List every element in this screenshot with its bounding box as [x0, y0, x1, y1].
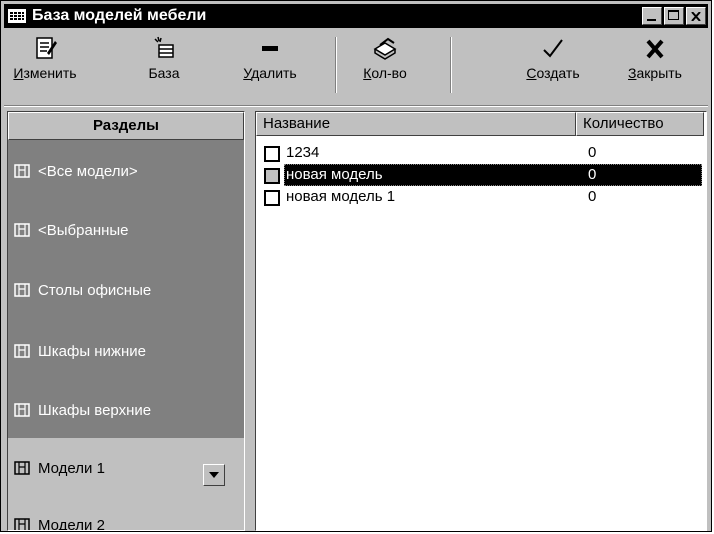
scroll-down-button[interactable]: [203, 464, 225, 486]
column-header-name[interactable]: Название: [256, 112, 576, 136]
x-icon: [614, 33, 696, 63]
section-label: Модели 1: [38, 459, 105, 477]
section-icon: [14, 283, 30, 297]
edit-document-icon: [8, 33, 82, 63]
section-item-selected[interactable]: <Выбранные: [8, 219, 244, 241]
toolbar-divider: [4, 105, 708, 107]
row-checkbox[interactable]: [264, 190, 280, 206]
title-bar[interactable]: База моделей мебели: [4, 4, 708, 28]
edit-button[interactable]: Изменить: [8, 33, 82, 91]
row-checkbox[interactable]: [264, 168, 280, 184]
app-window: База моделей мебели Изменить База Удалит…: [0, 0, 712, 532]
section-icon: [14, 164, 30, 178]
sections-header: Разделы: [8, 112, 244, 140]
section-icon: [14, 518, 30, 530]
section-label: Столы офисные: [38, 281, 152, 299]
database-icon: [134, 33, 194, 63]
checkmark-icon: [518, 33, 588, 63]
create-button[interactable]: Создать: [518, 33, 588, 91]
toolbar: Изменить База Удалить Кол-во Создать Зак…: [4, 29, 708, 105]
section-item-upper-cabinets[interactable]: Шкафы верхние: [8, 399, 244, 421]
close-button[interactable]: Закрыть: [614, 33, 696, 91]
row-checkbox[interactable]: [264, 146, 280, 162]
section-label: Шкафы верхние: [38, 401, 152, 419]
table-row[interactable]: 1234 0: [256, 142, 706, 164]
section-label: Модели 2: [38, 516, 105, 531]
base-button-label: База: [148, 65, 180, 81]
row-name: новая модель: [286, 166, 383, 183]
row-quantity: 0: [588, 188, 597, 205]
table-row[interactable]: новая модель 1 0: [256, 186, 706, 208]
toolbar-separator: [450, 37, 452, 93]
maximize-button[interactable]: [664, 7, 684, 25]
window-title: База моделей мебели: [32, 7, 207, 24]
minimize-button[interactable]: [642, 7, 662, 25]
quantity-button[interactable]: Кол-во: [352, 33, 418, 91]
row-name: 1234: [286, 144, 320, 161]
section-label: <Выбранные: [38, 221, 129, 239]
section-item-models-2[interactable]: Модели 2: [8, 514, 244, 531]
list-header: Название Количество: [256, 112, 706, 136]
table-row[interactable]: новая модель 0: [256, 164, 706, 186]
section-item-lower-cabinets[interactable]: Шкафы нижние: [8, 340, 244, 362]
section-icon: [14, 461, 30, 475]
section-item-all-models[interactable]: <Все модели>: [8, 160, 244, 182]
minus-icon: [232, 33, 308, 63]
column-header-quantity[interactable]: Количество: [576, 112, 704, 136]
delete-button[interactable]: Удалить: [232, 33, 308, 91]
base-button[interactable]: База: [134, 33, 194, 91]
toolbar-separator: [335, 37, 337, 93]
close-window-button[interactable]: [686, 7, 706, 25]
stack-icon: [352, 33, 418, 63]
row-name: новая модель 1: [286, 188, 396, 205]
section-icon: [14, 403, 30, 417]
close-icon: [691, 11, 701, 21]
row-quantity: 0: [588, 144, 597, 161]
section-label: Шкафы нижние: [38, 342, 146, 360]
section-label: <Все модели>: [38, 162, 138, 180]
row-quantity: 0: [588, 166, 597, 183]
section-icon: [14, 223, 30, 237]
models-list: Название Количество 1234 0 новая модель …: [255, 111, 707, 531]
section-icon: [14, 344, 30, 358]
sections-panel: Разделы <Все модели> <Выбранные Столы оф…: [7, 111, 245, 531]
section-item-office-tables[interactable]: Столы офисные: [8, 279, 244, 301]
app-grid-icon: [8, 9, 26, 23]
